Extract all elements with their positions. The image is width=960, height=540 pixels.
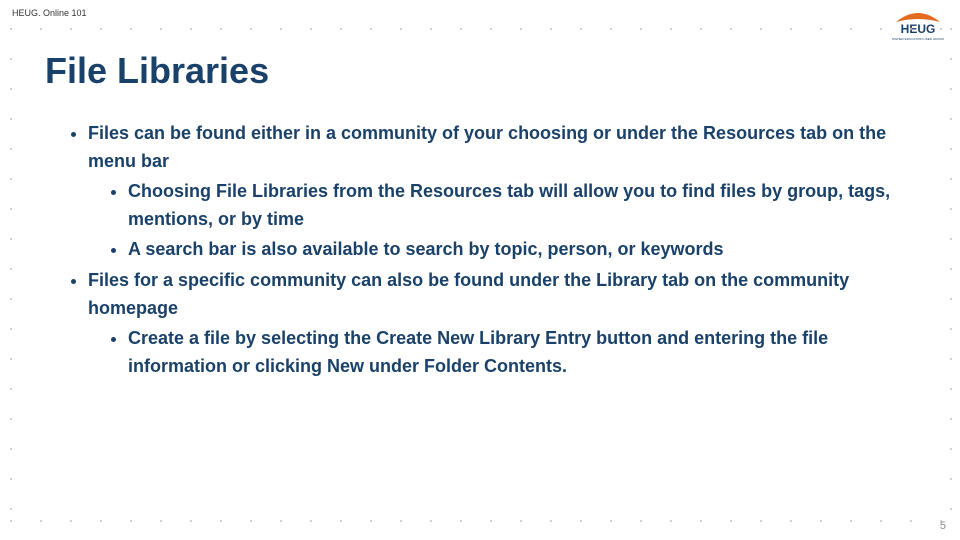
list-item: Choosing File Libraries from the Resourc… bbox=[128, 178, 920, 234]
slide: HEUG. Online 101 HEUG HIGHER EDUCATION U… bbox=[0, 0, 960, 540]
list-item: A search bar is also available to search… bbox=[128, 236, 920, 264]
list-item: Create a file by selecting the Create Ne… bbox=[128, 325, 920, 381]
header-label: HEUG. Online 101 bbox=[12, 8, 87, 18]
list-item: Files can be found either in a community… bbox=[88, 120, 920, 263]
page-title: File Libraries bbox=[45, 50, 269, 92]
content-area: Files can be found either in a community… bbox=[60, 120, 920, 385]
bullet-text: Files for a specific community can also … bbox=[88, 270, 849, 318]
heug-logo: HEUG HIGHER EDUCATION USER GROUP bbox=[892, 8, 944, 42]
bullet-text: Create a file by selecting the Create Ne… bbox=[128, 328, 828, 376]
logo-arc-icon bbox=[896, 13, 940, 22]
logo-text-top: HEUG bbox=[901, 22, 936, 36]
logo-text-bottom: HIGHER EDUCATION USER GROUP bbox=[892, 37, 944, 41]
bullet-text: A search bar is also available to search… bbox=[128, 239, 724, 259]
bullet-text: Choosing File Libraries from the Resourc… bbox=[128, 181, 890, 229]
list-item: Files for a specific community can also … bbox=[88, 267, 920, 381]
bullet-text: Files can be found either in a community… bbox=[88, 123, 886, 171]
page-number: 5 bbox=[940, 520, 946, 532]
